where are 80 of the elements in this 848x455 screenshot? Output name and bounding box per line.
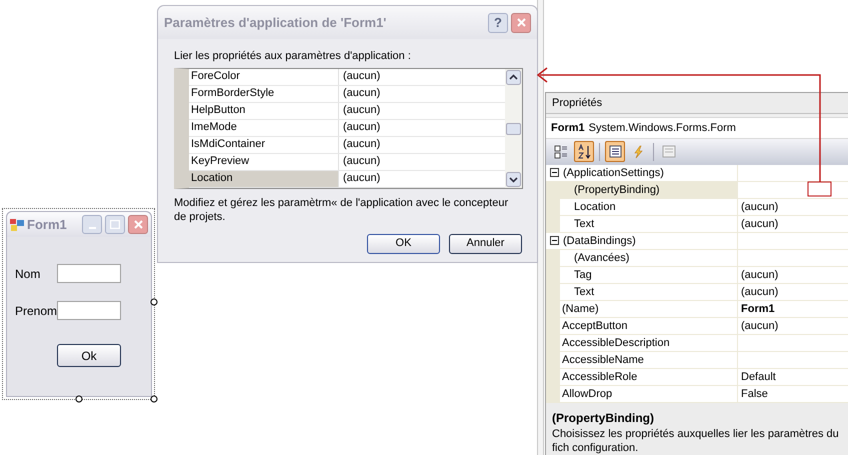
resize-handle bbox=[150, 298, 158, 306]
property-name[interactable]: Location bbox=[546, 198, 738, 215]
collapse-icon[interactable] bbox=[550, 168, 559, 178]
setting-name[interactable]: IsMdiContainer bbox=[189, 136, 339, 152]
setting-name[interactable]: ForeColor bbox=[189, 68, 339, 84]
text-field[interactable] bbox=[57, 264, 121, 283]
property-value[interactable]: False bbox=[738, 386, 768, 402]
property-value[interactable]: (aucun) bbox=[738, 216, 778, 232]
setting-name[interactable]: FormBorderStyle bbox=[189, 86, 339, 102]
text-field[interactable] bbox=[57, 301, 121, 320]
setting-name[interactable]: HelpButton bbox=[189, 102, 339, 118]
property-name[interactable]: Tag bbox=[546, 266, 738, 283]
property-name[interactable]: (Name) bbox=[546, 300, 738, 317]
category-name: (ApplicationSettings) bbox=[563, 166, 664, 181]
category-name: (DataBindings) bbox=[563, 234, 636, 249]
maximize-button[interactable] bbox=[105, 215, 125, 234]
property-name[interactable]: (Avancées) bbox=[546, 250, 738, 266]
property-value[interactable]: Default bbox=[738, 368, 776, 385]
setting-name[interactable]: ImeMode bbox=[189, 120, 339, 136]
categorized-icon bbox=[554, 144, 568, 159]
close-button[interactable] bbox=[511, 12, 531, 32]
property-name[interactable]: Text bbox=[546, 284, 738, 300]
sort-icon bbox=[577, 144, 591, 160]
field-label: Prenom bbox=[15, 302, 57, 320]
dialog-button[interactable]: OK bbox=[367, 234, 440, 254]
lightning-icon bbox=[632, 144, 644, 159]
property-value[interactable]: (aucun) bbox=[738, 284, 778, 300]
setting-value[interactable]: (aucun) bbox=[339, 154, 380, 170]
setting-value[interactable]: (aucun) bbox=[339, 68, 380, 84]
resize-handle bbox=[150, 395, 158, 403]
dialog-button[interactable]: Annuler bbox=[449, 234, 522, 254]
property-name[interactable]: AllowDrop bbox=[546, 386, 738, 402]
property-value[interactable]: (aucun) bbox=[738, 198, 778, 215]
close-icon bbox=[134, 220, 142, 229]
close-button[interactable] bbox=[128, 215, 148, 234]
setting-name[interactable]: KeyPreview bbox=[189, 154, 339, 170]
highlight-box bbox=[808, 182, 832, 196]
help-text: Choisissez les propriétés auxquelles lier les paramètres du fich configuration. bbox=[552, 426, 840, 455]
app-icon bbox=[10, 218, 24, 230]
description-text: Modifiez et gérez les paramètrm« de l'application avec le concepteur de projets. bbox=[174, 196, 510, 224]
property-name[interactable]: AccessibleDescription bbox=[546, 334, 738, 351]
property-name[interactable]: Text bbox=[546, 216, 738, 232]
prompt-text: Lier les propriétés aux paramètres d'application : bbox=[174, 49, 412, 64]
property-value[interactable]: (aucun) bbox=[738, 318, 778, 334]
collapse-icon[interactable] bbox=[550, 236, 559, 246]
toolbar-button[interactable] bbox=[574, 141, 594, 162]
setting-value[interactable]: (aucun) bbox=[339, 120, 380, 136]
setting-value[interactable]: (aucun) bbox=[339, 102, 380, 118]
close-icon bbox=[516, 18, 526, 27]
toolbar-button[interactable] bbox=[605, 141, 625, 162]
property-name[interactable]: AccessibleName bbox=[546, 352, 738, 368]
setting-name[interactable]: Location bbox=[189, 170, 339, 186]
object-type: System.Windows.Forms.Form bbox=[588, 120, 736, 136]
property-name[interactable]: AccessibleRole bbox=[546, 368, 738, 385]
dialog-title: Paramètres d'application de 'Form1' bbox=[164, 14, 386, 32]
property-name[interactable]: AcceptButton bbox=[546, 318, 738, 334]
setting-value[interactable]: (aucun) bbox=[339, 86, 380, 102]
resize-handle bbox=[75, 395, 83, 403]
panel-title: Propriétés bbox=[552, 96, 602, 111]
list-icon bbox=[608, 145, 622, 158]
panel-splitter[interactable] bbox=[537, 0, 544, 455]
pages-icon bbox=[662, 145, 676, 158]
object-name: Form1 bbox=[551, 120, 585, 136]
help-title: (PropertyBinding) bbox=[552, 410, 655, 427]
maximize-icon bbox=[110, 220, 120, 229]
field-label: Nom bbox=[15, 266, 42, 282]
scrollbar[interactable] bbox=[505, 68, 522, 188]
window-title: Form1 bbox=[27, 216, 67, 234]
property-value[interactable]: Form1 bbox=[738, 300, 775, 317]
minimize-icon bbox=[88, 227, 96, 229]
ok-button[interactable]: Ok bbox=[57, 344, 121, 367]
property-value[interactable]: (aucun) bbox=[738, 266, 778, 283]
help-button[interactable]: ? bbox=[488, 12, 508, 32]
minimize-button[interactable] bbox=[82, 215, 102, 234]
scroll-down-icon[interactable] bbox=[506, 172, 521, 186]
setting-value[interactable]: (aucun) bbox=[339, 170, 380, 186]
scroll-up-icon[interactable] bbox=[506, 70, 521, 84]
scroll-thumb[interactable] bbox=[506, 122, 521, 134]
setting-value[interactable]: (aucun) bbox=[339, 136, 380, 152]
property-name[interactable]: (PropertyBinding) bbox=[546, 182, 738, 198]
